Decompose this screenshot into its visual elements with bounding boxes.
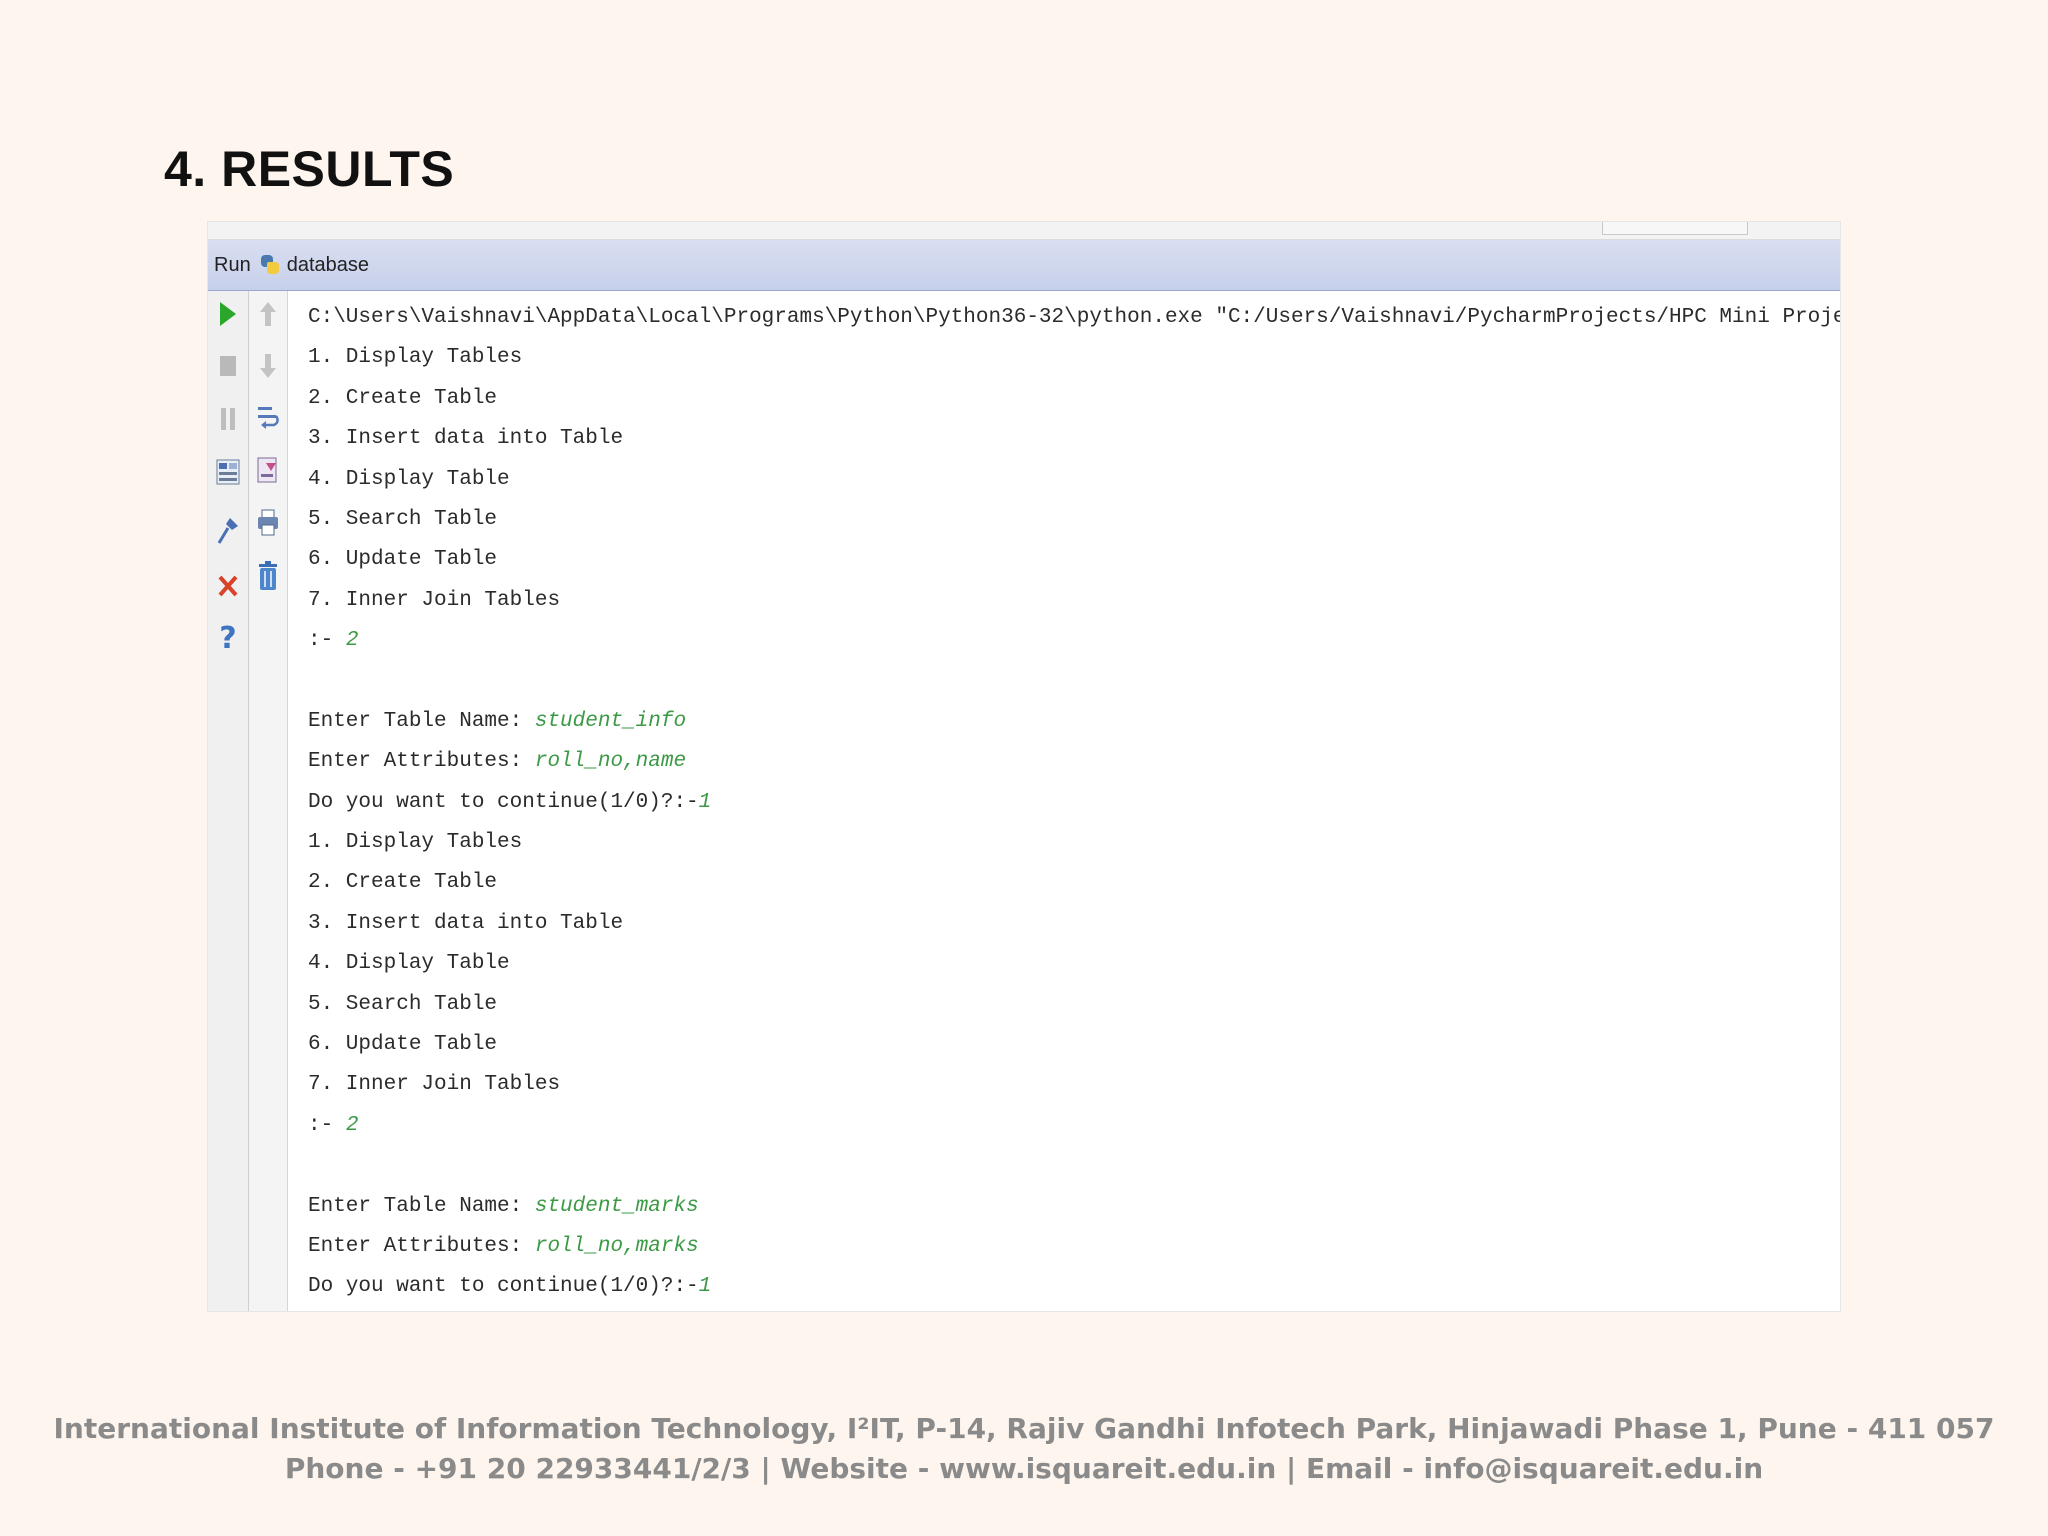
console-output-text: 4. Display Table (308, 467, 510, 491)
console-user-input: 1 (698, 1275, 712, 1299)
run-config-name[interactable]: database (287, 254, 369, 277)
console-line: :- 2 (308, 1106, 1830, 1146)
console-output-text: :- (308, 1113, 346, 1137)
console-output-text: 7. Inner Join Tables (308, 1073, 561, 1097)
console-output-text: 2. Create Table (308, 871, 498, 895)
console-output-text: 3. Insert data into Table (308, 427, 624, 451)
pin-icon[interactable] (213, 514, 243, 548)
down-arrow-icon[interactable] (253, 349, 283, 383)
console-line: 1. Display Tables (308, 823, 1830, 863)
footer-address: International Institute of Information T… (53, 1412, 1995, 1445)
console-line: Enter Table Name: student_info (308, 702, 1830, 742)
console-output-text: 5. Search Table (308, 992, 498, 1016)
slide-title: 4. RESULTS (164, 141, 455, 197)
console-line: 3. Insert data into Table (308, 904, 1830, 944)
console-output-text: 7. Inner Join Tables (308, 588, 561, 612)
console-output-text: 4. Display Table (308, 952, 510, 976)
console-line: 4. Display Table (308, 944, 1830, 984)
console-output-text: 1. Display Tables (308, 346, 523, 370)
console-line: 2. Create Table (308, 863, 1830, 903)
python-icon (259, 254, 281, 276)
console-user-input: roll_no,name (534, 750, 687, 774)
console-line: 4. Display Table (308, 460, 1830, 500)
help-icon[interactable]: ? (213, 621, 243, 656)
stop-icon[interactable] (213, 349, 243, 383)
console-output-text: Enter Attributes: (308, 750, 535, 774)
console-line: 3. Insert data into Table (308, 419, 1830, 459)
console-line: :- 2 (308, 621, 1830, 661)
console-line: 5. Search Table (308, 985, 1830, 1025)
console-line: Enter Attributes: roll_no,name (308, 742, 1830, 782)
console-output-text: 6. Update Table (308, 548, 498, 572)
scroll-to-end-icon[interactable] (253, 453, 283, 487)
console-output-text: Enter Table Name: (308, 709, 535, 733)
console-output-text: Enter Table Name: (308, 1194, 535, 1218)
run-icon[interactable] (213, 297, 243, 331)
console-user-input: 1 (698, 790, 712, 814)
console-line: C:\Users\Vaishnavi\AppData\Local\Program… (308, 298, 1840, 338)
console-line: Enter Table Name: student_marks (308, 1187, 1830, 1227)
editor-edge-strip (208, 222, 1840, 240)
console-output-text: 2. Create Table (308, 386, 498, 410)
console-output-text: Enter Attributes: (308, 1234, 535, 1258)
run-toolbar-secondary (249, 291, 288, 1311)
console-line: Do you want to continue(1/0)?:-1 (308, 1267, 1830, 1307)
console-output-text: 6. Update Table (308, 1033, 498, 1057)
console-output-text: 5. Search Table (308, 507, 498, 531)
close-icon[interactable] (213, 569, 243, 603)
run-panel-header: Run database (208, 240, 1840, 291)
console-line: 6. Update Table (308, 1025, 1830, 1065)
console-user-input: student_marks (534, 1194, 699, 1218)
console-line: Enter Attributes: roll_no,marks (308, 1227, 1830, 1267)
console-output-text: Do you want to continue(1/0)?:- (308, 790, 699, 814)
console-user-input: roll_no,marks (534, 1234, 699, 1258)
console-line: 1. Display Tables (308, 338, 1830, 378)
footer-contact: Phone - +91 20 22933441/2/3 | Website - … (284, 1452, 1764, 1485)
console-output-text: C:\Users\Vaishnavi\AppData\Local\Program… (308, 306, 1840, 329)
console-output-text: Do you want to continue(1/0)?:- (308, 1275, 699, 1299)
console-line: 7. Inner Join Tables (308, 581, 1830, 621)
pause-icon[interactable] (213, 402, 243, 436)
console-line: 7. Inner Join Tables (308, 1065, 1830, 1105)
console-user-input: 2 (345, 629, 359, 653)
console-output-text: :- (308, 629, 346, 653)
run-toolbar-primary: ? (208, 291, 249, 1311)
soft-wrap-icon[interactable] (253, 401, 283, 435)
run-tab-label[interactable]: Run (214, 254, 251, 277)
console-line: Do you want to continue(1/0)?:-1 (308, 783, 1830, 823)
editor-scrollbar[interactable] (1602, 222, 1748, 235)
console-user-input: 2 (345, 1113, 359, 1137)
console-line: 6. Update Table (308, 540, 1830, 580)
console-output-text: 1. Display Tables (308, 831, 523, 855)
run-tool-window: Run database ? C:\Users\Vaishnavi\AppDat… (208, 222, 1840, 1311)
console-line: 5. Search Table (308, 500, 1830, 540)
up-arrow-icon[interactable] (253, 297, 283, 331)
console-line: 2. Create Table (308, 379, 1830, 419)
console-output[interactable]: C:\Users\Vaishnavi\AppData\Local\Program… (308, 298, 1840, 1311)
layout-icon[interactable] (213, 455, 243, 489)
console-output-text: 3. Insert data into Table (308, 911, 624, 935)
print-icon[interactable] (253, 506, 283, 540)
console-user-input: student_info (534, 709, 687, 733)
trash-icon[interactable] (253, 559, 283, 593)
